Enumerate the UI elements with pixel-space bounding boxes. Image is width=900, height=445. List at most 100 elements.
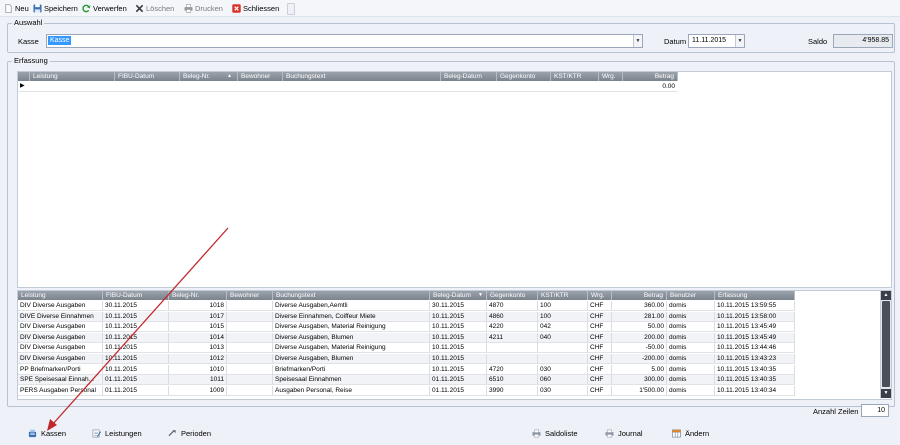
cell-beleg[interactable]: 1011 <box>169 375 227 385</box>
save-button[interactable]: Speichern <box>33 2 78 14</box>
cell-betrag[interactable]: -50.00 <box>612 343 667 353</box>
entry-col-wrg[interactable]: Wrg. <box>599 72 623 81</box>
cell-text[interactable]: Diverse Ausgaben, Material Reinigung <box>273 343 430 353</box>
cell-leistung[interactable]: SPE Speisesaal Einnah... <box>18 375 103 385</box>
cell-kst[interactable]: 030 <box>538 364 588 374</box>
cell-beleg-datum[interactable]: 01.11.2015 <box>430 385 487 395</box>
cell-gegenkonto[interactable]: 4870 <box>487 301 538 310</box>
cell-leistung[interactable]: DIVE Diverse Einnahmen <box>18 311 103 321</box>
cell-beleg[interactable]: 1010 <box>169 364 227 374</box>
cell-erfassung[interactable]: 10.11.2015 13:58:00 <box>715 311 795 321</box>
cell-wrg[interactable]: CHF <box>588 375 612 385</box>
cell-text[interactable]: Diverse Ausgaben, Material Reinigung <box>273 322 430 332</box>
cell-text[interactable]: Diverse Einnahmen, Coiffeur Miete <box>273 311 430 321</box>
table-row[interactable]: PP Briefmarken/Porti 10.11.2015 1010 Briefm… <box>18 364 795 375</box>
cell-wrg[interactable]: CHF <box>588 385 612 395</box>
cell-betrag[interactable]: 300.00 <box>612 375 667 385</box>
journal-col-fibu-datum[interactable]: FIBU-Datum <box>103 291 169 300</box>
kasse-select[interactable]: Kasse ▼ <box>46 34 643 48</box>
cell-bewohner[interactable] <box>227 375 273 385</box>
table-row[interactable]: DIV Diverse Ausgaben 10.11.2015 1015 Divers… <box>18 322 795 333</box>
cell-text[interactable]: Diverse Ausgaben,Aemtli <box>273 301 430 310</box>
new-button[interactable]: Neu <box>4 2 29 14</box>
cell-beleg-datum[interactable]: 10.11.2015 <box>430 364 487 374</box>
kasse-dropdown-button[interactable]: ▼ <box>633 35 642 47</box>
cell-benutzer[interactable]: domis <box>667 332 715 342</box>
cell-leistung[interactable]: DIV Diverse Ausgaben <box>18 301 103 310</box>
cell-beleg[interactable]: 1017 <box>169 311 227 321</box>
cell-fibu[interactable]: 10.11.2015 <box>103 354 169 363</box>
cell-text[interactable]: Diverse Ausgaben, Blumen <box>273 354 430 363</box>
entry-col-fibu-datum[interactable]: FIBU-Datum <box>115 72 180 81</box>
table-row[interactable]: PERS Ausgaben Personal 01.11.2015 1009 Ausg… <box>18 385 795 396</box>
journal-button[interactable]: Journal <box>605 427 643 439</box>
cell-wrg[interactable]: CHF <box>588 364 612 374</box>
cell-gegenkonto[interactable]: 4220 <box>487 322 538 332</box>
table-row[interactable]: DIV Diverse Ausgaben 10.11.2015 1012 Divers… <box>18 354 795 364</box>
cell-wrg[interactable]: CHF <box>588 301 612 310</box>
cell-betrag[interactable]: 50.00 <box>612 322 667 332</box>
cell-betrag[interactable]: 200.00 <box>612 332 667 342</box>
journal-col-bewohner[interactable]: Bewohner <box>227 291 273 300</box>
cell-bewohner[interactable] <box>227 364 273 374</box>
cell-leistung[interactable]: PERS Ausgaben Personal <box>18 385 103 395</box>
cell-text[interactable]: Briefmarken/Porti <box>273 364 430 374</box>
cell-beleg[interactable]: 1012 <box>169 354 227 363</box>
cell-bewohner[interactable] <box>227 343 273 353</box>
cell-wrg[interactable]: CHF <box>588 332 612 342</box>
cell-kst[interactable] <box>538 354 588 363</box>
journal-col-gegenkonto[interactable]: Gegenkonto <box>487 291 538 300</box>
cell-betrag[interactable]: 5.00 <box>612 364 667 374</box>
cell-erfassung[interactable]: 10.11.2015 13:40:35 <box>715 375 795 385</box>
cell-benutzer[interactable]: domis <box>667 354 715 363</box>
table-row[interactable]: DIV Diverse Ausgaben 10.11.2015 1013 Divers… <box>18 343 795 354</box>
cell-erfassung[interactable]: 10.11.2015 13:45:49 <box>715 332 795 342</box>
cell-wrg[interactable]: CHF <box>588 354 612 363</box>
journal-scrollbar[interactable]: ▲ ▼ <box>880 291 891 398</box>
cell-beleg[interactable]: 1015 <box>169 322 227 332</box>
cell-leistung[interactable]: DIV Diverse Ausgaben <box>18 343 103 353</box>
cell-bewohner[interactable] <box>227 332 273 342</box>
entry-col-leistung[interactable]: Leistung <box>30 72 115 81</box>
journal-col-erfassung[interactable]: Erfassung <box>715 291 795 300</box>
cell-wrg[interactable]: CHF <box>588 311 612 321</box>
entry-col-beleg-datum[interactable]: Beleg-Datum <box>441 72 497 81</box>
cell-betrag[interactable]: 1'500.00 <box>612 385 667 395</box>
cell-kst[interactable]: 030 <box>538 385 588 395</box>
journal-col-leistung[interactable]: Leistung <box>18 291 103 300</box>
cell-benutzer[interactable]: domis <box>667 311 715 321</box>
cell-beleg-datum[interactable]: 10.11.2015 <box>430 343 487 353</box>
entry-col-buchungstext[interactable]: Buchungstext <box>283 72 441 81</box>
cell-bewohner[interactable] <box>227 354 273 363</box>
cell-leistung[interactable]: DIV Diverse Ausgaben <box>18 322 103 332</box>
cell-beleg-datum[interactable]: 10.11.2015 <box>430 311 487 321</box>
cell-beleg[interactable]: 1018 <box>169 301 227 310</box>
entry-col-bewohner[interactable]: Bewohner <box>238 72 283 81</box>
cell-betrag[interactable]: 360.00 <box>612 301 667 310</box>
cell-fibu[interactable]: 10.11.2015 <box>103 322 169 332</box>
entry-col-beleg-nr[interactable]: Beleg-Nr. ▲ <box>180 72 238 81</box>
entry-col-kst-ktr[interactable]: KST/KTR <box>551 72 599 81</box>
cell-gegenkonto[interactable] <box>487 354 538 363</box>
cell-kst[interactable]: 060 <box>538 375 588 385</box>
cell-betrag[interactable]: -200.00 <box>612 354 667 363</box>
cell-kst[interactable]: 042 <box>538 322 588 332</box>
toolbar-overflow-grip[interactable] <box>287 3 295 15</box>
journal-col-benutzer[interactable]: Benutzer <box>667 291 715 300</box>
cell-kst[interactable]: 100 <box>538 311 588 321</box>
cell-beleg[interactable]: 1009 <box>169 385 227 395</box>
cell-beleg[interactable]: 1013 <box>169 343 227 353</box>
cell-beleg-datum[interactable]: 10.11.2015 <box>430 354 487 363</box>
cell-leistung[interactable]: DIV Diverse Ausgaben <box>18 354 103 363</box>
cell-bewohner[interactable] <box>227 311 273 321</box>
saldoliste-button[interactable]: Saldoliste <box>532 427 578 439</box>
journal-col-wrg[interactable]: Wrg. <box>588 291 612 300</box>
cell-leistung[interactable]: DIV Diverse Ausgaben <box>18 332 103 342</box>
cell-erfassung[interactable]: 10.11.2015 13:45:49 <box>715 322 795 332</box>
cell-erfassung[interactable]: 10.11.2015 13:43:23 <box>715 354 795 363</box>
leistungen-button[interactable]: Leistungen <box>92 427 142 439</box>
entry-col-gegenkonto[interactable]: Gegenkonto <box>497 72 551 81</box>
cell-fibu[interactable]: 10.11.2015 <box>103 364 169 374</box>
cell-benutzer[interactable]: domis <box>667 385 715 395</box>
anzahl-zeilen-input[interactable]: 10 <box>861 404 889 417</box>
